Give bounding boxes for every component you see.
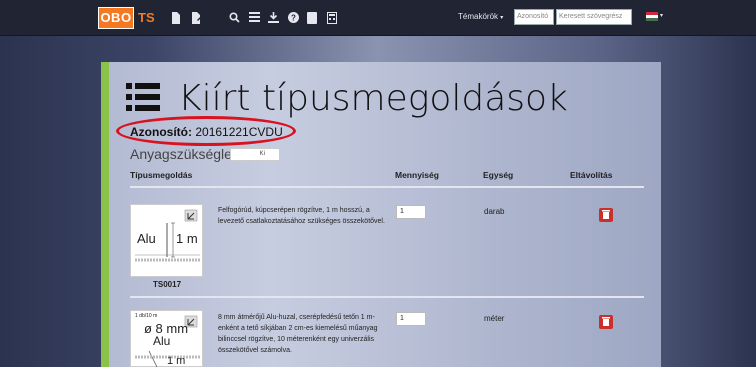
quantity-input[interactable]: 1 [396,205,426,219]
delete-button[interactable] [599,315,613,329]
material-label: Anyagszükséglet [130,146,236,162]
unit-value: méter [484,314,505,323]
page-title: Kiírt típusmegoldások [178,78,568,119]
column-header-unit: Egység [483,170,514,180]
thumb-small-text: 1 db/10 m [135,313,158,319]
document-edit-icon[interactable] [190,12,202,24]
accent-bar [101,62,109,367]
list-icon[interactable] [248,12,260,24]
topics-label: Témakörök [458,12,499,21]
download-icon[interactable] [267,12,279,24]
unit-value: darab [484,207,505,216]
help-icon[interactable]: ? [287,12,299,24]
thumb-measure-text: 1 m [167,355,186,367]
svg-text:?: ? [291,14,296,23]
thumb-main-text: Alu [137,231,156,246]
solution-description: Felfogórúd, kúpcserépen rögzítve, 1 m ho… [218,207,385,225]
top-navbar: OBO TS ? Témakörök ▾ Azonosító Keresett … [0,0,756,36]
logo-text: OBO [100,10,132,25]
quantity-input[interactable]: 1 [396,312,426,326]
toggle-label: Ki [259,151,265,157]
search-icon[interactable] [228,12,240,24]
list-heading-icon [126,83,160,111]
language-caret-icon[interactable]: ▾ [660,12,663,19]
topics-dropdown[interactable]: Témakörök ▾ [458,12,503,21]
hungarian-flag-icon[interactable] [646,12,658,21]
solution-code: TS0017 [153,280,182,289]
app-abbrev[interactable]: TS [138,10,155,25]
solution-thumbnail[interactable]: Alu 1 m [130,204,203,277]
row-divider [130,296,644,298]
thumb-sub-text: Alu [153,334,171,348]
column-header-remove: Eltávolítás [570,170,613,180]
calculator-icon[interactable] [326,12,338,24]
solution-thumbnail[interactable]: 1 db/10 m ø 8 mm Alu 1 m [130,310,203,367]
thumb-measure-text: 1 m [176,231,198,246]
delete-button[interactable] [599,208,613,222]
document-icon[interactable] [170,12,182,24]
file-icon[interactable] [306,12,318,24]
obo-logo[interactable]: OBO [98,7,134,29]
column-header-quantity: Mennyiség [395,170,439,180]
highlight-ellipse [116,116,296,146]
chevron-down-icon: ▾ [500,15,504,21]
id-search-input[interactable]: Azonosító [514,9,554,25]
material-toggle[interactable]: Ki [230,148,280,161]
column-header-solution: Típusmegoldás [130,170,193,180]
text-search-input[interactable]: Keresett szövegrész [556,9,632,25]
solution-description: 8 mm átmérőjű Alu-huzal, cserépfedésű te… [218,314,378,354]
header-divider [130,186,644,188]
